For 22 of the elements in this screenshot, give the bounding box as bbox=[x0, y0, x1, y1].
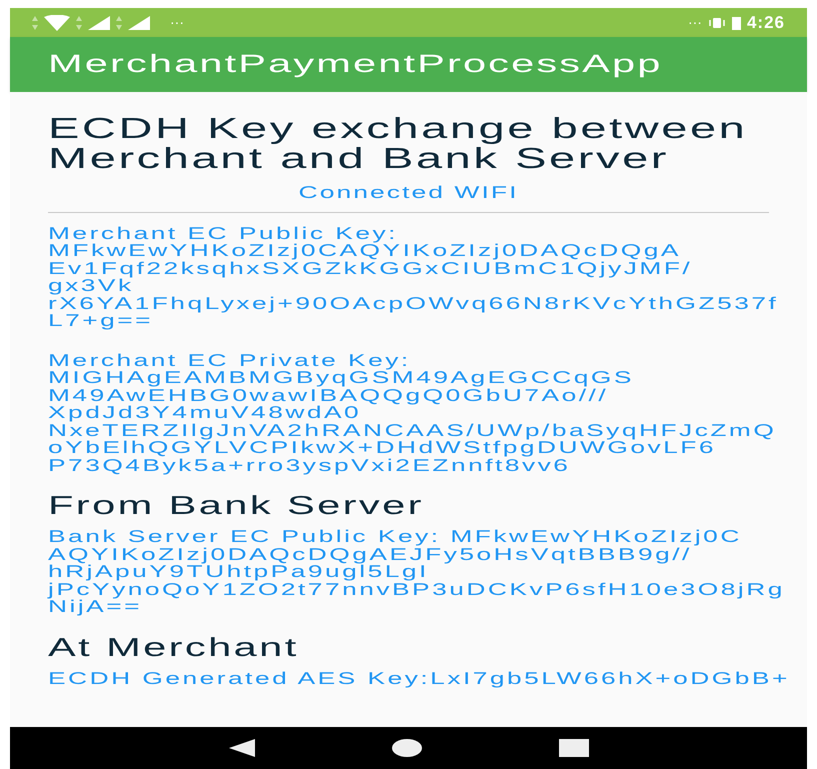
app-title: MerchantPaymentProcessApp bbox=[48, 48, 662, 80]
key-text: ECDH Generated AES Key:LxI7gb5LW66hX+oDGbB+ bbox=[48, 670, 790, 687]
section-heading: From Bank Server bbox=[48, 490, 424, 520]
section-heading: At Merchant bbox=[48, 632, 299, 662]
key-text: Merchant EC Private Key: MIGHAgEAMBMGByqGSM49AgEGCCqGS M49AwEHBG0wawIBAQQgQ0GbU7Ao/// XpdJd3Y4muV48wdA0 NxeTERZIlgJnVA2hRANCAAS/UWp/baSyqHFJcZmQ oYbElhQGYLVCPIkwX+DHdWStfpgDUWGovLF6 P73Q4Byk5a+rro3yspVxi2EZnnft8vv6 bbox=[48, 352, 776, 474]
data-arrows-icon bbox=[32, 16, 38, 30]
page-heading: ECDH Key exchange between Merchant and Bank Server bbox=[48, 114, 748, 174]
connection-status: Connected WIFI bbox=[298, 182, 518, 204]
key-text: Merchant EC Public Key: MFkwEwYHKoZIzj0CAQYIKoZIzj0DAQcDQgA Ev1Fqf22ksqhxSXGZkKGGxCIUBmC1QjyJMF/ gx3Vk rX6YA1FhqLyxej+90OAcpOWvq66N8rKVcYthGZ537f L7+g== bbox=[48, 224, 778, 330]
vibrate-icon bbox=[708, 16, 726, 28]
notification-dots: ··· bbox=[170, 13, 184, 32]
home-icon[interactable] bbox=[392, 738, 422, 758]
wifi-icon bbox=[44, 14, 70, 30]
back-icon[interactable] bbox=[228, 739, 254, 757]
key-text: Bank Server EC Public Key: MFkwEwYHKoZIzj0C AQYIKoZIzj0DAQcDQgAEJFy5oHsVqtBBB9g// hRjApuY9TUhtpPa9ugl5LgI jPcYynoQoY1ZO2t77nnvBP3uDCKvP6sfH10e3O8jRg NijA== bbox=[48, 528, 785, 616]
clock: 4:26 bbox=[746, 12, 785, 34]
signal-icon bbox=[128, 16, 150, 30]
status-dots: ··· bbox=[688, 13, 702, 32]
signal-icon bbox=[88, 16, 110, 30]
data-arrows-icon bbox=[76, 16, 82, 30]
battery-icon bbox=[732, 16, 741, 30]
data-arrows-icon bbox=[116, 16, 122, 30]
